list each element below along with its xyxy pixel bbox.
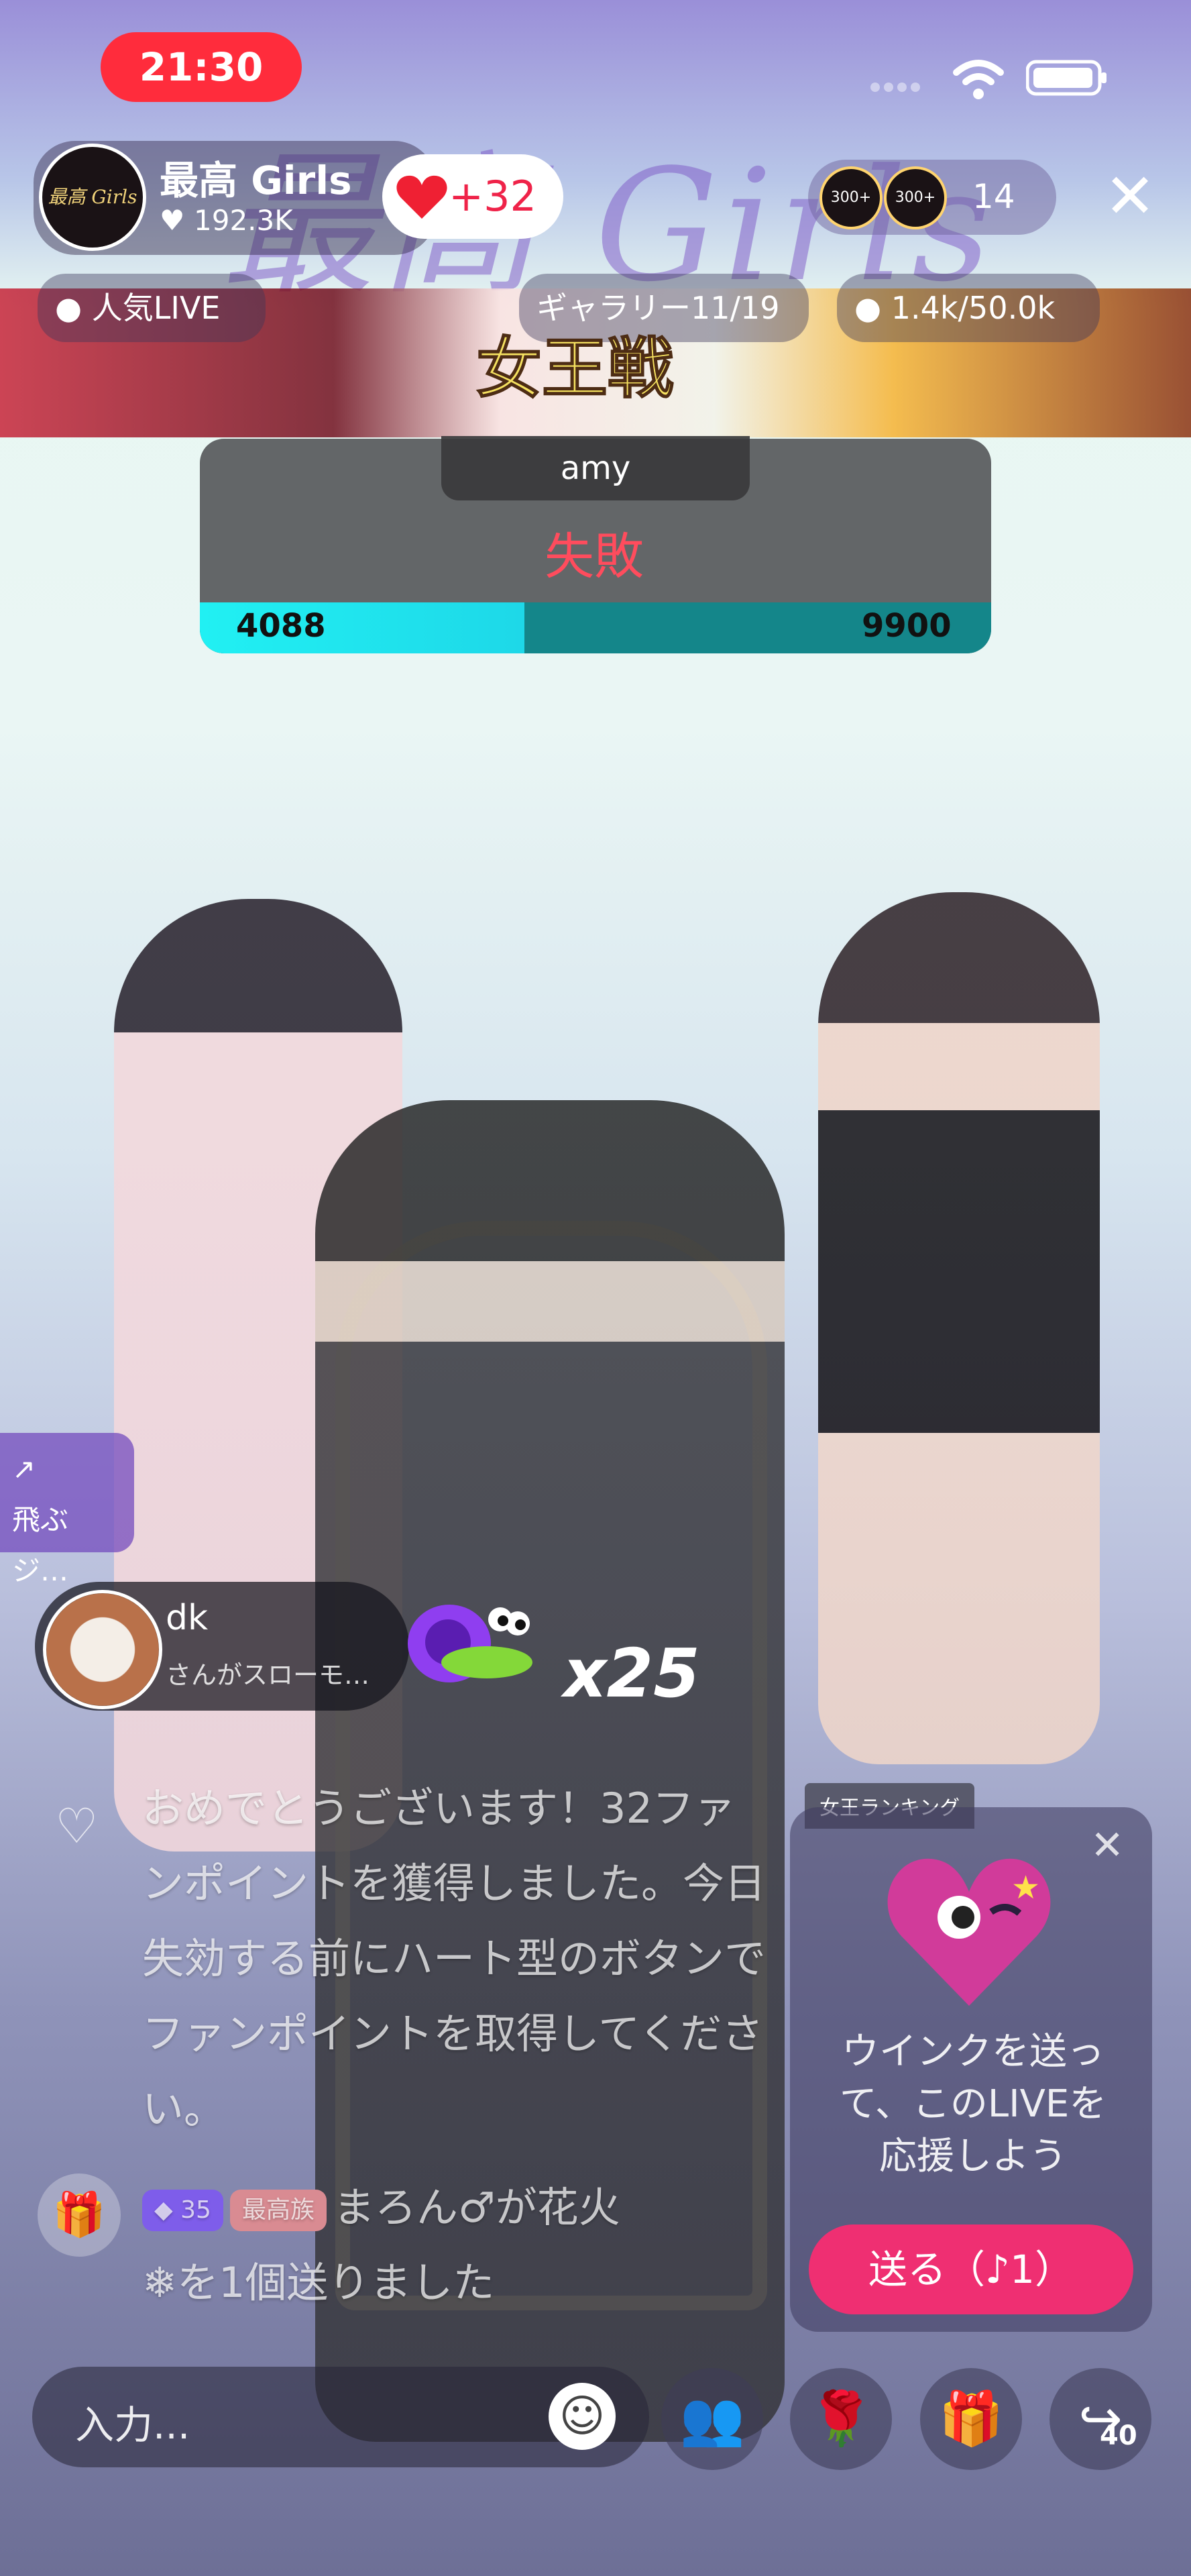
chat-username[interactable]: まろん♂ [333,2183,496,2232]
gift-user-avatar[interactable] [43,1590,162,1709]
share-count: 40 [1100,2420,1137,2451]
counter-avatar-icon: ● [854,290,882,326]
snowflake-icon: ❄ [142,2258,177,2307]
fan-point-message: おめでとうございます！32ファンポイントを獲得しました。今日失効する前にハート型… [142,1784,767,2133]
comment-placeholder[interactable]: 入力... [75,2394,190,2450]
fan-heart-icon: ♡ [55,1798,99,1854]
guests-button[interactable]: 👥 [661,2368,763,2470]
gift-icon: 🎁 [938,2389,1004,2449]
battle-result: 失敗 [545,528,644,586]
chat-sent-text: を1個送りました [176,2258,495,2307]
host-name[interactable]: 最高 Girls [160,149,352,205]
gift-count: x25 [563,1634,700,1713]
promo-text: ウインクを送って、このLIVEを応援しよう [839,2030,1107,2178]
battle-score-left: 4088 [236,607,326,645]
host-likes: ♥ 192.3K [160,204,293,237]
emoji-button[interactable]: ☺ [549,2383,616,2450]
status-time: 21:30 [101,32,302,102]
chat-gift-text: が花火 [495,2183,620,2232]
flame-icon: ● [55,290,82,326]
battle-score-right: 9900 [862,607,952,645]
svg-text:★: ★ [1011,1869,1040,1907]
counter-label: 1.4k/50.0k [891,290,1056,326]
viewer-avatar[interactable]: 300+ [819,166,883,229]
host-avatar[interactable]: 最高 Girls [39,144,146,251]
throne-chair [335,1221,767,2310]
rose-icon: 🌹 [808,2389,874,2449]
viewer-count: 14 [972,177,1015,216]
viewer-avatar[interactable]: 300+ [884,166,947,229]
battle-user-tab[interactable]: amy [441,436,750,500]
counter-tab[interactable]: ● 1.4k/50.0k [837,274,1100,342]
rose-button[interactable]: 🌹 [790,2368,892,2470]
send-wink-button[interactable]: 送る（♪1） [809,2224,1133,2314]
battle-title: 女王戦 [475,330,674,408]
gift-box-icon[interactable]: 🎁 [38,2174,121,2257]
side-promo-card[interactable]: ↗ 飛ぶジ… [0,1433,134,1587]
gift-user-name[interactable]: dk [166,1598,208,1638]
heart-delta: +32 [449,172,536,221]
popular-live-tab[interactable]: ● 人気LIVE [38,274,266,342]
status-dots [868,80,922,94]
gift-chat-message: ◆ 35 最高族 まろん♂が花火 ❄を1個送りました [142,2170,773,2320]
fan-badge: 最高族 [229,2189,327,2231]
gift-message: さんがスローモ… [166,1660,370,1690]
snail-gift-icon [408,1605,532,1682]
promo-close-button[interactable]: ✕ [1090,1822,1124,1869]
guests-icon: 👥 [679,2389,745,2449]
side-arrow-icon: ↗ [12,1452,36,1485]
dots-icon [870,83,920,92]
popular-live-label: 人気LIVE [91,290,221,326]
right-performer-silhouette [818,892,1100,1764]
wink-heart-icon: ★ [887,1858,1051,2006]
battery-icon [1025,58,1111,101]
wifi-icon [951,58,1006,103]
diamond-count: 35 [180,2196,211,2224]
share-button[interactable]: ↪ [1050,2368,1151,2470]
heart-icon [396,173,448,221]
host-like-count: 192.3K [194,204,293,237]
diamond-badge: ◆ 35 [142,2189,223,2231]
close-button[interactable]: ✕ [1098,164,1162,229]
gift-button[interactable]: 🎁 [920,2368,1022,2470]
